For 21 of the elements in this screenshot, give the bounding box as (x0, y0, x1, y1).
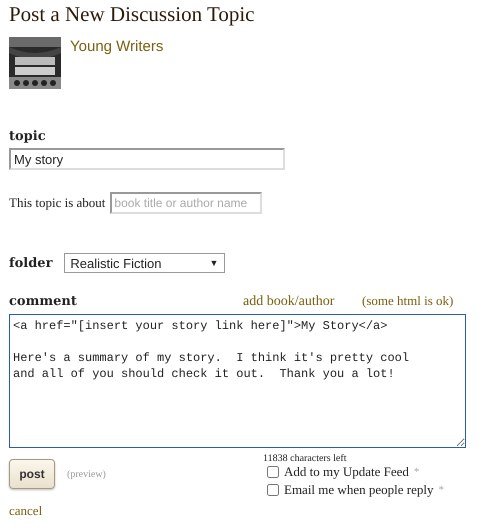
required-mark: * (414, 466, 420, 478)
about-field[interactable]: book title or author name (110, 192, 262, 214)
cancel-link[interactable]: cancel (9, 503, 42, 519)
required-mark: * (438, 484, 444, 496)
post-button[interactable]: post (9, 459, 55, 489)
folder-dropdown[interactable]: Realistic Fiction ▼ (64, 253, 226, 273)
add-book-link[interactable]: add book/author (243, 294, 362, 310)
group-link[interactable]: Young Writers (70, 38, 164, 55)
topic-field[interactable]: My story (9, 148, 285, 170)
option-label: Email me when people reply (284, 482, 434, 498)
comment-field[interactable]: <a href="[insert your story link here]">My Story</a> Here's a summary of my story. I think it's pretty cool and all of you should check it out. Thank you a lot! (9, 314, 466, 448)
comment-label: comment (9, 294, 78, 309)
folder-label: folder (9, 256, 52, 270)
characters-left: 11838 characters left (263, 453, 348, 464)
option-label: Add to my Update Feed (284, 464, 409, 480)
checkbox[interactable] (267, 484, 279, 496)
topic-label: topic (9, 129, 47, 144)
checkbox[interactable] (267, 466, 279, 478)
about-label: This topic is about (9, 195, 106, 211)
page-title: Post a New Discussion Topic (9, 2, 256, 27)
html-note: (some html is ok) (362, 293, 454, 309)
